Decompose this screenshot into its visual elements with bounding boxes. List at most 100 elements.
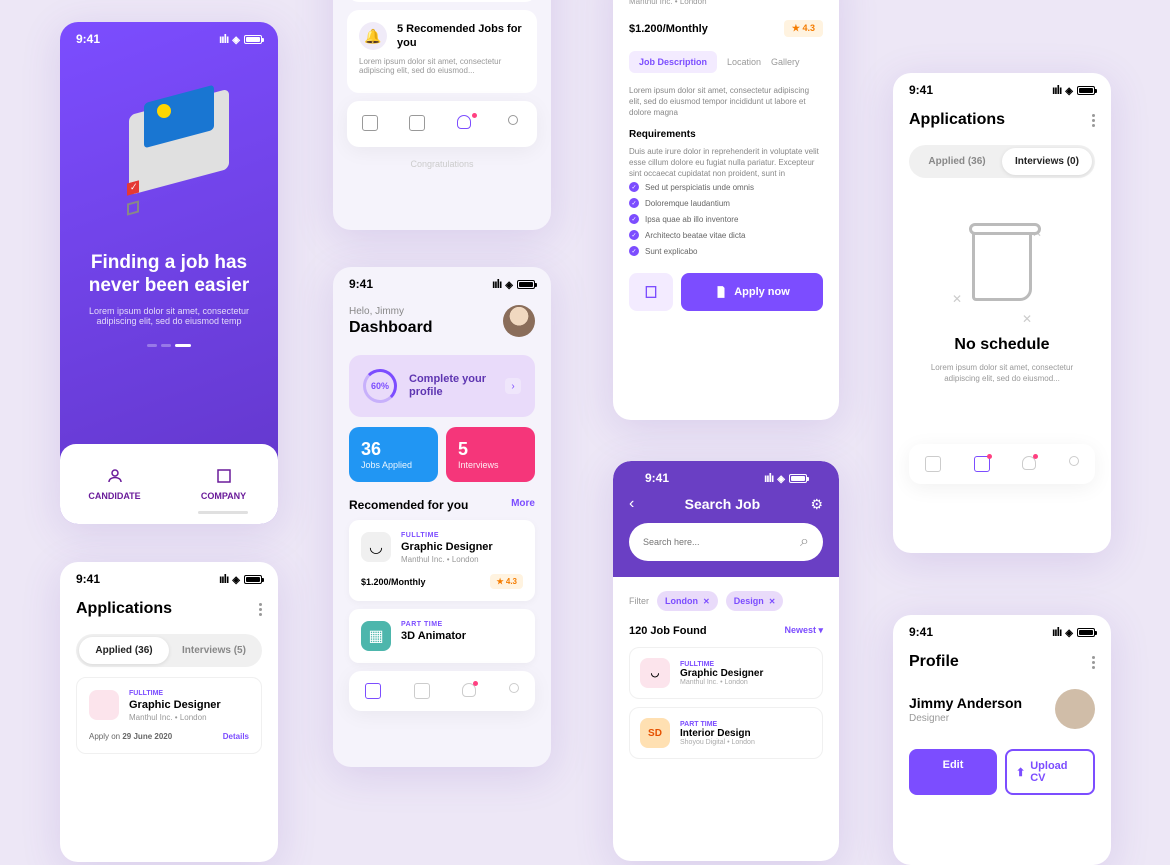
wifi-icon xyxy=(232,32,240,46)
nav-home[interactable] xyxy=(362,115,380,133)
apply-button[interactable]: Apply now xyxy=(681,273,823,311)
application-card[interactable]: FULLTIME Graphic Designer Manthul Inc. •… xyxy=(76,677,262,754)
upload-cv-button[interactable]: ⬆ Upload CV xyxy=(1005,749,1095,795)
back-icon[interactable]: ‹ xyxy=(629,495,634,513)
company-logo-icon xyxy=(89,690,119,720)
role-tabs: CANDIDATE COMPANY xyxy=(60,444,278,524)
close-icon[interactable]: ✕ xyxy=(769,597,776,606)
onboarding-screen: 9:41 Finding a job has never been easier… xyxy=(60,22,278,524)
job-detail-screen: FULLTIME Graphic Designer Manthul Inc. •… xyxy=(613,0,839,420)
more-icon[interactable] xyxy=(259,603,262,616)
section-title: Recomended for you xyxy=(349,498,468,512)
tab-location[interactable]: Location xyxy=(727,51,761,73)
more-icon[interactable] xyxy=(1092,114,1095,127)
tab-interviews[interactable]: Interviews (5) xyxy=(169,637,259,664)
nav-profile[interactable] xyxy=(504,115,522,133)
details-link[interactable]: Details xyxy=(223,732,249,741)
status-time: 9:41 xyxy=(76,32,100,46)
notification-card[interactable]: 🔔 5 Recomended Jobs for you Lorem ipsum … xyxy=(347,10,537,93)
list-item: Sed ut perspiciatis unde omnis xyxy=(629,179,823,195)
list-item: Doloremque laudantium xyxy=(629,195,823,211)
page-dots[interactable] xyxy=(60,344,278,347)
status-bar: 9:41 xyxy=(893,615,1111,645)
page-title: Applications xyxy=(76,600,172,618)
rating-badge: ★ 4.3 xyxy=(784,20,823,37)
job-card[interactable]: ▦ PART TIME 3D Animator xyxy=(349,609,535,663)
close-icon[interactable]: ✕ xyxy=(703,597,710,606)
job-card[interactable]: ◡ FULLTIME Graphic Designer Manthul Inc.… xyxy=(349,520,535,601)
edit-button[interactable]: Edit xyxy=(909,749,997,795)
company-logo-icon: ◡ xyxy=(361,532,391,562)
company-logo-icon: ◡ xyxy=(640,658,670,688)
job-description: Lorem ipsum dolor sit amet, consectetur … xyxy=(629,85,823,119)
stat-applied[interactable]: 36 Jobs Applied xyxy=(349,427,438,482)
empty-description: Lorem ipsum dolor sit amet, consectetur … xyxy=(913,362,1091,384)
status-bar: 9:41 xyxy=(333,267,551,297)
avatar[interactable] xyxy=(503,305,535,337)
upload-icon: ⬆ xyxy=(1016,766,1025,779)
filter-chip[interactable]: Design✕ xyxy=(726,591,784,611)
notification-card[interactable]: adipiscing elit, sed do eiusmod... 5h ag… xyxy=(347,0,537,2)
bottom-nav xyxy=(347,101,537,147)
profile-screen: 9:41 Profile Jimmy Anderson Designer Edi… xyxy=(893,615,1111,865)
profile-role: Designer xyxy=(909,713,1022,724)
dashboard-screen: 9:41 Helo, Jimmy Dashboard 60% Complete … xyxy=(333,267,551,767)
search-input[interactable] xyxy=(643,537,800,547)
stat-interviews[interactable]: 5 Interviews xyxy=(446,427,535,482)
search-screen: 9:41 ‹ Search Job ⚙ ⌕ Filter London✕ Des… xyxy=(613,461,839,861)
status-bar: 9:41 xyxy=(629,461,823,491)
tab-applied[interactable]: Applied (36) xyxy=(79,637,169,664)
empty-title: No schedule xyxy=(913,336,1091,354)
company-logo-icon: SD xyxy=(640,718,670,748)
congrats-text: Congratulations xyxy=(333,159,551,169)
search-input-wrapper: ⌕ xyxy=(629,523,823,561)
tab-description[interactable]: Job Description xyxy=(629,51,717,73)
complete-profile-card[interactable]: 60% Complete your profile › xyxy=(349,355,535,417)
nav-home[interactable] xyxy=(365,683,381,699)
nav-apps[interactable] xyxy=(974,456,990,472)
applications-empty-screen: 9:41 Applications Applied (36) Interview… xyxy=(893,73,1111,553)
filter-chip[interactable]: London✕ xyxy=(657,591,718,611)
more-link[interactable]: More xyxy=(511,498,535,512)
signal-icon xyxy=(219,32,228,46)
bell-icon: 🔔 xyxy=(359,22,387,50)
sort-dropdown[interactable]: Newest ▾ xyxy=(784,625,823,637)
candidate-tab[interactable]: CANDIDATE xyxy=(60,444,169,524)
result-card[interactable]: ◡ FULLTIME Graphic Designer Manthul Inc.… xyxy=(629,647,823,699)
filter-label: Filter xyxy=(629,596,649,606)
requirements-list: Sed ut perspiciatis unde omnis Doloremqu… xyxy=(629,179,823,259)
nav-apps[interactable] xyxy=(409,115,427,133)
nav-apps[interactable] xyxy=(414,683,430,699)
status-bar: 9:41 xyxy=(60,22,278,52)
filter-icon[interactable]: ⚙ xyxy=(810,496,823,513)
requirements-heading: Requirements xyxy=(629,129,823,140)
scroll-icon: ✕ ✕ ✕ xyxy=(952,226,1052,326)
result-card[interactable]: SD PART TIME Interior Design Shoyou Digi… xyxy=(629,707,823,759)
nav-profile[interactable] xyxy=(1069,456,1079,472)
document-icon xyxy=(714,285,728,299)
person-icon xyxy=(106,467,124,485)
avatar[interactable] xyxy=(1055,689,1095,729)
nav-profile[interactable] xyxy=(509,683,519,699)
more-icon[interactable] xyxy=(1092,656,1095,669)
search-icon[interactable]: ⌕ xyxy=(800,533,809,551)
onboarding-title: Finding a job has never been easier xyxy=(80,252,258,298)
nav-notifications[interactable] xyxy=(462,683,476,699)
page-title: Applications xyxy=(909,111,1005,129)
tab-gallery[interactable]: Gallery xyxy=(771,51,800,73)
list-item: Ipsa quae ab illo inventore xyxy=(629,211,823,227)
detail-tabs: Job Description Location Gallery xyxy=(629,51,823,73)
empty-state: ✕ ✕ ✕ No schedule Lorem ipsum dolor sit … xyxy=(893,186,1111,414)
status-bar: 9:41 xyxy=(60,562,278,592)
nav-notifications[interactable] xyxy=(457,115,475,133)
bookmark-button[interactable] xyxy=(629,273,673,311)
progress-ring: 60% xyxy=(363,369,397,403)
tab-applied[interactable]: Applied (36) xyxy=(912,148,1002,175)
nav-notifications[interactable] xyxy=(1022,456,1036,472)
notifications-screen: adipiscing elit, sed do eiusmod... 5h ag… xyxy=(333,0,551,230)
nav-home[interactable] xyxy=(925,456,941,472)
apply-date: Apply on 29 June 2020 xyxy=(89,732,172,741)
company-logo-icon: ▦ xyxy=(361,621,391,651)
app-tabs: Applied (36) Interviews (5) xyxy=(76,634,262,667)
tab-interviews[interactable]: Interviews (0) xyxy=(1002,148,1092,175)
